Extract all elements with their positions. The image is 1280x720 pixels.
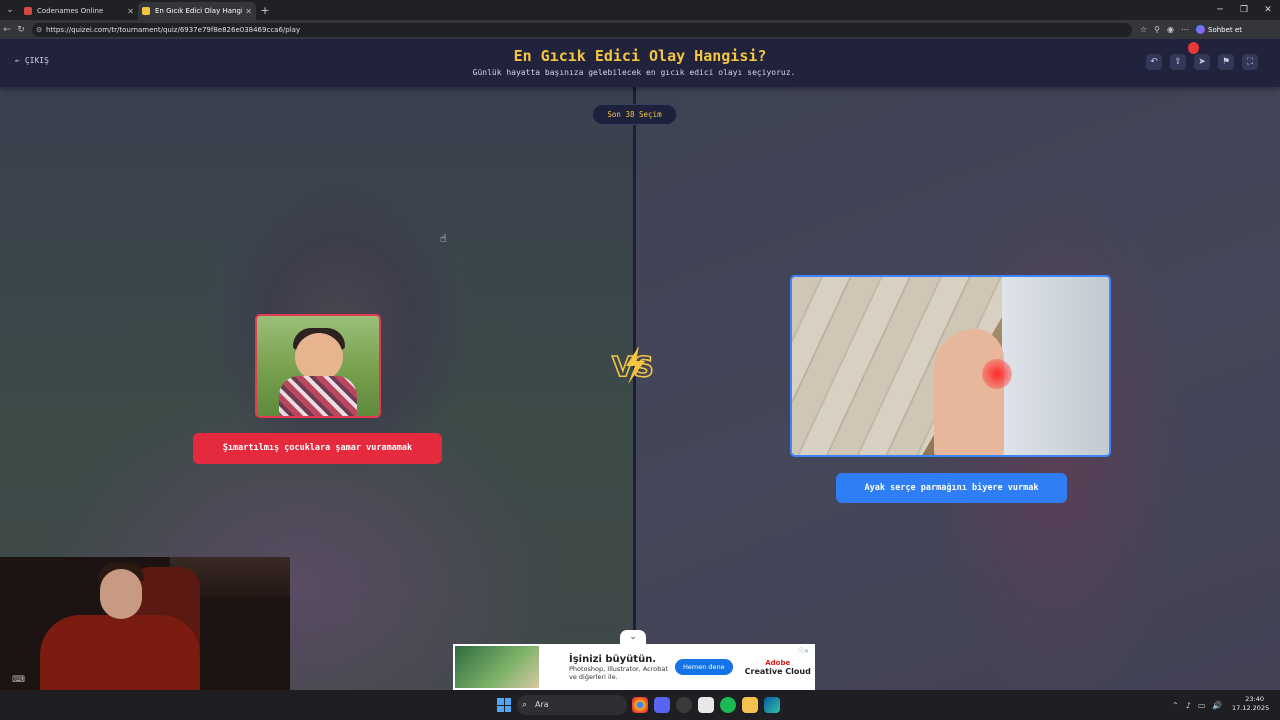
site-info-icon[interactable]: ⚙ <box>36 23 42 37</box>
fullscreen-icon[interactable]: ⛶ <box>1242 54 1258 70</box>
ad-body: Photoshop, Illustrator, Acrobat ve diğer… <box>569 664 668 681</box>
tab-title: En Gıcık Edici Olay Hangisi? - Tier <box>155 7 242 15</box>
ad-banner[interactable]: İşinizi büyütün. Photoshop, Illustrator,… <box>453 644 815 690</box>
baby-face <box>295 333 343 381</box>
webcam-person-head <box>100 569 142 619</box>
injured-toe-highlight <box>982 359 1012 389</box>
ad-info-icon[interactable]: ⓘ✕ <box>798 646 809 655</box>
codenames-favicon-icon <box>24 7 32 15</box>
search-icon: ⌕ <box>522 700 528 710</box>
ad-cta-button[interactable]: Hemen dene <box>675 659 733 675</box>
report-flag-icon[interactable]: ⚑ <box>1218 54 1234 70</box>
mouse-cursor-icon: ☝ <box>440 232 447 245</box>
ad-headline: İşinizi büyütün. <box>569 653 657 665</box>
tab-title: Codenames Online <box>37 7 104 15</box>
left-option-image[interactable] <box>255 314 381 418</box>
search-label: Ara <box>535 700 549 709</box>
address-bar[interactable]: ⚙ https://quizei.com/tr/tournament/quiz/… <box>32 22 1132 37</box>
clock-date: 17.12.2025 <box>1232 704 1270 712</box>
close-tab-icon[interactable]: ✕ <box>127 7 134 16</box>
right-option-image[interactable] <box>790 275 1111 457</box>
quiz-title: En Gıcık Edici Olay Hangisi? <box>513 47 767 65</box>
tray-chevron-icon[interactable]: ⌃ <box>1172 701 1179 710</box>
undo-icon[interactable]: ↶ <box>1146 54 1162 70</box>
chat-label: Sohbet et <box>1208 25 1242 34</box>
windows-taskbar: ⌕ Ara ⌃ ♪ ▭ 🔊 23:40 17.12.2025 <box>0 690 1280 720</box>
close-tab-icon[interactable]: ✕ <box>245 7 252 16</box>
taskbar-clock[interactable]: 23:40 17.12.2025 <box>1232 695 1270 713</box>
webcam-overlay: ⌨ <box>0 557 290 690</box>
discord-icon[interactable] <box>654 697 670 713</box>
wall <box>1002 277 1109 455</box>
maximize-icon[interactable]: ❐ <box>1232 0 1256 20</box>
right-option-label[interactable]: Ayak serçe parmağını biyere vurmak <box>836 473 1067 503</box>
tab-codenames[interactable]: Codenames Online ✕ <box>20 2 138 20</box>
window-controls: ─ ❐ ✕ <box>1208 0 1280 20</box>
chat-button[interactable]: Sohbet et <box>1196 25 1242 34</box>
bookmark-star-icon[interactable]: ☆ <box>1140 25 1147 34</box>
taskbar-search[interactable]: ⌕ Ara <box>517 695 627 715</box>
url-text: https://quizei.com/tr/tournament/quiz/69… <box>46 25 301 34</box>
reload-icon[interactable]: ↻ <box>14 25 28 35</box>
browser-toolbar: ← ↻ ⚙ https://quizei.com/tr/tournament/q… <box>0 20 1280 39</box>
left-option-label[interactable]: Şımartılmış çocuklara şamar vuramamak <box>193 433 442 464</box>
baby-shirt <box>279 376 357 416</box>
tab-quiz[interactable]: En Gıcık Edici Olay Hangisi? - Tier ✕ <box>138 2 256 20</box>
versus-text: VS <box>612 350 654 383</box>
round-counter: Son 38 Seçim <box>592 104 677 125</box>
quiz-header: ← ÇIKIŞ En Gıcık Edici Olay Hangisi? Gün… <box>0 39 1280 87</box>
close-window-icon[interactable]: ✕ <box>1256 0 1280 20</box>
profile-icon[interactable]: ◉ <box>1167 25 1174 34</box>
file-explorer-icon[interactable] <box>742 697 758 713</box>
webcam-person-body <box>40 615 200 690</box>
share-icon[interactable]: ⇪ <box>1170 54 1186 70</box>
header-actions: ↶ ⇪ ➤ ⚑ ⛶ <box>1146 54 1258 70</box>
ad-text: İşinizi büyütün. Photoshop, Illustrator,… <box>569 654 669 681</box>
new-tab-plus-icon[interactable]: + <box>256 4 274 17</box>
ad-brand: Adobe Creative Cloud <box>745 659 811 676</box>
spotify-icon[interactable] <box>720 697 736 713</box>
minimize-icon[interactable]: ─ <box>1208 0 1232 20</box>
creative-cloud-text: Creative Cloud <box>744 666 811 676</box>
quiz-subtitle: Günlük hayatta başınıza gelebilecek en g… <box>472 68 796 77</box>
screen: ⌄ Codenames Online ✕ En Gıcık Edici Olay… <box>0 0 1280 720</box>
center-divider <box>633 87 636 690</box>
volume-icon[interactable]: 🔊 <box>1212 701 1222 710</box>
versus-lightning-icon: VS <box>611 346 655 384</box>
extensions-icon[interactable]: ⚲ <box>1154 25 1160 34</box>
toolbar-right: ☆ ⚲ ◉ ⋯ Sohbet et <box>1140 25 1242 34</box>
taskbar-apps <box>632 697 780 713</box>
start-windows-icon[interactable] <box>497 698 511 712</box>
send-icon[interactable]: ➤ <box>1194 54 1210 70</box>
app-icon[interactable] <box>698 697 714 713</box>
foot <box>934 329 1004 455</box>
chrome-icon[interactable] <box>632 697 648 713</box>
adobe-logo-text: Adobe <box>765 658 791 667</box>
clock-time: 23:40 <box>1245 695 1264 703</box>
browser-tab-bar: ⌄ Codenames Online ✕ En Gıcık Edici Olay… <box>0 0 1280 20</box>
obs-icon[interactable] <box>676 697 692 713</box>
quizei-favicon-icon <box>142 7 150 15</box>
ad-image <box>455 646 539 688</box>
system-tray: ⌃ ♪ ▭ 🔊 <box>1172 690 1222 720</box>
back-arrow-icon[interactable]: ← <box>0 25 14 35</box>
tab-list-chevron-icon[interactable]: ⌄ <box>0 0 20 20</box>
more-menu-icon[interactable]: ⋯ <box>1181 25 1189 34</box>
controller-icon: ⌨ <box>12 675 25 685</box>
network-icon[interactable]: ▭ <box>1198 701 1206 710</box>
collapse-ad-chevron-icon[interactable]: ⌄ <box>620 630 646 644</box>
microphone-icon[interactable]: ♪ <box>1186 701 1191 710</box>
notification-dot <box>1188 42 1199 54</box>
edge-icon[interactable] <box>764 697 780 713</box>
copilot-icon <box>1196 25 1206 34</box>
